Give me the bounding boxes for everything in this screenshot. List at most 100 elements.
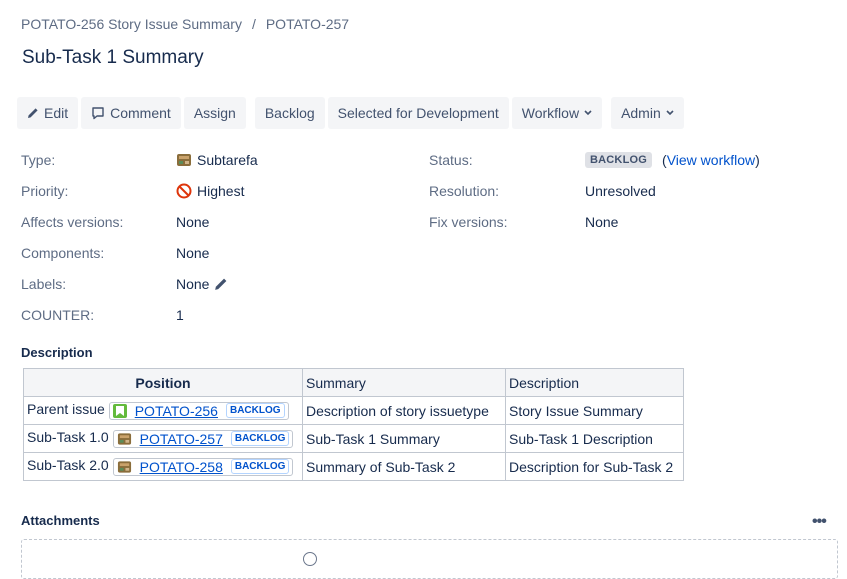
field-labels: Labels: bbox=[21, 274, 66, 294]
breadcrumb-parent-link[interactable]: POTATO-256 Story Issue Summary bbox=[21, 16, 242, 32]
subtask-icon bbox=[117, 433, 131, 445]
table-row: Sub-Task 1.0 POTATO-257 BACKLOG Sub-Task… bbox=[23, 424, 684, 453]
breadcrumb-separator: / bbox=[251, 16, 256, 32]
breadcrumb: POTATO-256 Story Issue Summary / POTATO-… bbox=[21, 16, 349, 32]
table-cell-description: Description for Sub-Task 2 bbox=[505, 452, 684, 481]
table-cell-summary: Sub-Task 1 Summary bbox=[302, 424, 506, 453]
position-text: Sub-Task 2.0 bbox=[27, 457, 109, 474]
table-header-row: Position Summary Description bbox=[23, 368, 684, 397]
field-components-value: None bbox=[176, 243, 209, 263]
fix-versions-label: Fix versions: bbox=[429, 214, 508, 230]
story-icon bbox=[112, 403, 127, 418]
field-fix-versions: Fix versions: bbox=[429, 212, 508, 232]
breadcrumb-current-link[interactable]: POTATO-257 bbox=[266, 16, 349, 32]
type-value: Subtarefa bbox=[197, 152, 258, 168]
backlog-label: Backlog bbox=[264, 105, 315, 121]
affects-versions-label: Affects versions: bbox=[21, 214, 124, 230]
table-header-description: Description bbox=[505, 368, 684, 397]
priority-highest-icon bbox=[176, 183, 192, 199]
field-type-value: Subtarefa bbox=[176, 150, 258, 170]
field-fix-versions-value: None bbox=[585, 212, 618, 232]
attachments-heading: Attachments bbox=[21, 513, 100, 528]
issue-key-link[interactable]: POTATO-257 bbox=[136, 431, 227, 447]
upload-icon bbox=[303, 552, 317, 566]
more-options-icon[interactable]: ••• bbox=[812, 513, 827, 531]
view-workflow-link[interactable]: View workflow bbox=[667, 152, 755, 168]
description-table: Position Summary Description Parent issu… bbox=[23, 368, 684, 481]
field-counter-value: 1 bbox=[176, 305, 184, 325]
table-row: Parent issue POTATO-256 BACKLOG Descript… bbox=[23, 396, 684, 425]
field-resolution: Resolution: bbox=[429, 181, 499, 201]
status-badge: BACKLOG bbox=[585, 152, 653, 168]
field-resolution-value: Unresolved bbox=[585, 181, 656, 201]
page-title: Sub-Task 1 Summary bbox=[22, 47, 204, 68]
table-cell-position: Parent issue POTATO-256 BACKLOG bbox=[23, 396, 303, 425]
issue-toolbar: Edit Comment Assign Backlog Selected for… bbox=[17, 97, 687, 129]
counter-value: 1 bbox=[176, 307, 184, 323]
field-components: Components: bbox=[21, 243, 104, 263]
issue-chip[interactable]: POTATO-258 BACKLOG bbox=[112, 457, 294, 476]
issue-chip[interactable]: POTATO-256 BACKLOG bbox=[108, 401, 289, 420]
table-header-position: Position bbox=[23, 368, 303, 397]
priority-label: Priority: bbox=[21, 183, 69, 199]
table-cell-position: Sub-Task 2.0 POTATO-258 BACKLOG bbox=[23, 452, 303, 481]
field-counter: COUNTER: bbox=[21, 305, 94, 325]
field-type: Type: bbox=[21, 150, 55, 170]
field-status: Status: bbox=[429, 150, 473, 170]
comment-icon bbox=[92, 107, 104, 120]
assign-button[interactable]: Assign bbox=[183, 97, 246, 129]
pencil-icon bbox=[28, 108, 38, 118]
type-label: Type: bbox=[21, 152, 56, 168]
table-header-summary: Summary bbox=[302, 368, 506, 397]
edit-labels-pencil-icon[interactable] bbox=[214, 277, 228, 291]
backlog-transition-button[interactable]: Backlog bbox=[254, 97, 325, 129]
table-row: Sub-Task 2.0 POTATO-258 BACKLOG Summary … bbox=[23, 452, 684, 481]
issue-key-link[interactable]: POTATO-258 bbox=[136, 459, 227, 475]
status-badge: BACKLOG bbox=[225, 403, 285, 419]
status-badge: BACKLOG bbox=[230, 459, 290, 475]
chevron-down-icon bbox=[584, 110, 592, 116]
resolution-label: Resolution: bbox=[429, 183, 500, 199]
admin-label: Admin bbox=[621, 105, 661, 121]
table-cell-summary: Description of story issuetype bbox=[302, 396, 506, 425]
selected-for-development-button[interactable]: Selected for Development bbox=[327, 97, 509, 129]
comment-button[interactable]: Comment bbox=[81, 97, 181, 129]
table-cell-position: Sub-Task 1.0 POTATO-257 BACKLOG bbox=[23, 424, 303, 453]
issue-key-link[interactable]: POTATO-256 bbox=[131, 403, 222, 419]
selected-label: Selected for Development bbox=[337, 105, 499, 121]
view-workflow-close-paren: ) bbox=[755, 152, 760, 168]
field-affects-versions: Affects versions: bbox=[21, 212, 123, 232]
table-cell-summary: Summary of Sub-Task 2 bbox=[302, 452, 506, 481]
assign-label: Assign bbox=[193, 105, 236, 121]
subtask-icon bbox=[117, 461, 131, 473]
status-badge: BACKLOG bbox=[230, 431, 290, 447]
edit-button[interactable]: Edit bbox=[17, 97, 79, 129]
issue-chip[interactable]: POTATO-257 BACKLOG bbox=[112, 429, 294, 448]
admin-dropdown-button[interactable]: Admin bbox=[611, 97, 684, 129]
description-heading: Description bbox=[21, 345, 93, 360]
components-value: None bbox=[176, 245, 210, 261]
workflow-label: Workflow bbox=[521, 105, 580, 121]
status-label: Status: bbox=[429, 152, 473, 168]
field-affects-versions-value: None bbox=[176, 212, 209, 232]
affects-versions-value: None bbox=[176, 214, 210, 230]
workflow-dropdown-button[interactable]: Workflow bbox=[511, 97, 603, 129]
components-label: Components: bbox=[21, 245, 105, 261]
comment-label: Comment bbox=[110, 105, 171, 121]
subtask-icon bbox=[177, 154, 191, 166]
field-priority-value: Highest bbox=[176, 181, 244, 201]
resolution-value: Unresolved bbox=[585, 183, 656, 199]
field-labels-value: None bbox=[176, 274, 228, 294]
labels-label: Labels: bbox=[21, 276, 67, 292]
field-priority: Priority: bbox=[21, 181, 68, 201]
table-cell-description: Sub-Task 1 Description bbox=[505, 424, 684, 453]
edit-label: Edit bbox=[44, 105, 69, 121]
priority-value: Highest bbox=[197, 183, 245, 199]
counter-label: COUNTER: bbox=[21, 307, 95, 323]
attachments-dropzone[interactable] bbox=[21, 539, 838, 579]
table-cell-description: Story Issue Summary bbox=[505, 396, 684, 425]
fix-versions-value: None bbox=[585, 214, 619, 230]
field-status-value: BACKLOG (View workflow) bbox=[585, 150, 760, 170]
labels-value: None bbox=[176, 276, 210, 292]
position-text: Sub-Task 1.0 bbox=[27, 429, 109, 446]
